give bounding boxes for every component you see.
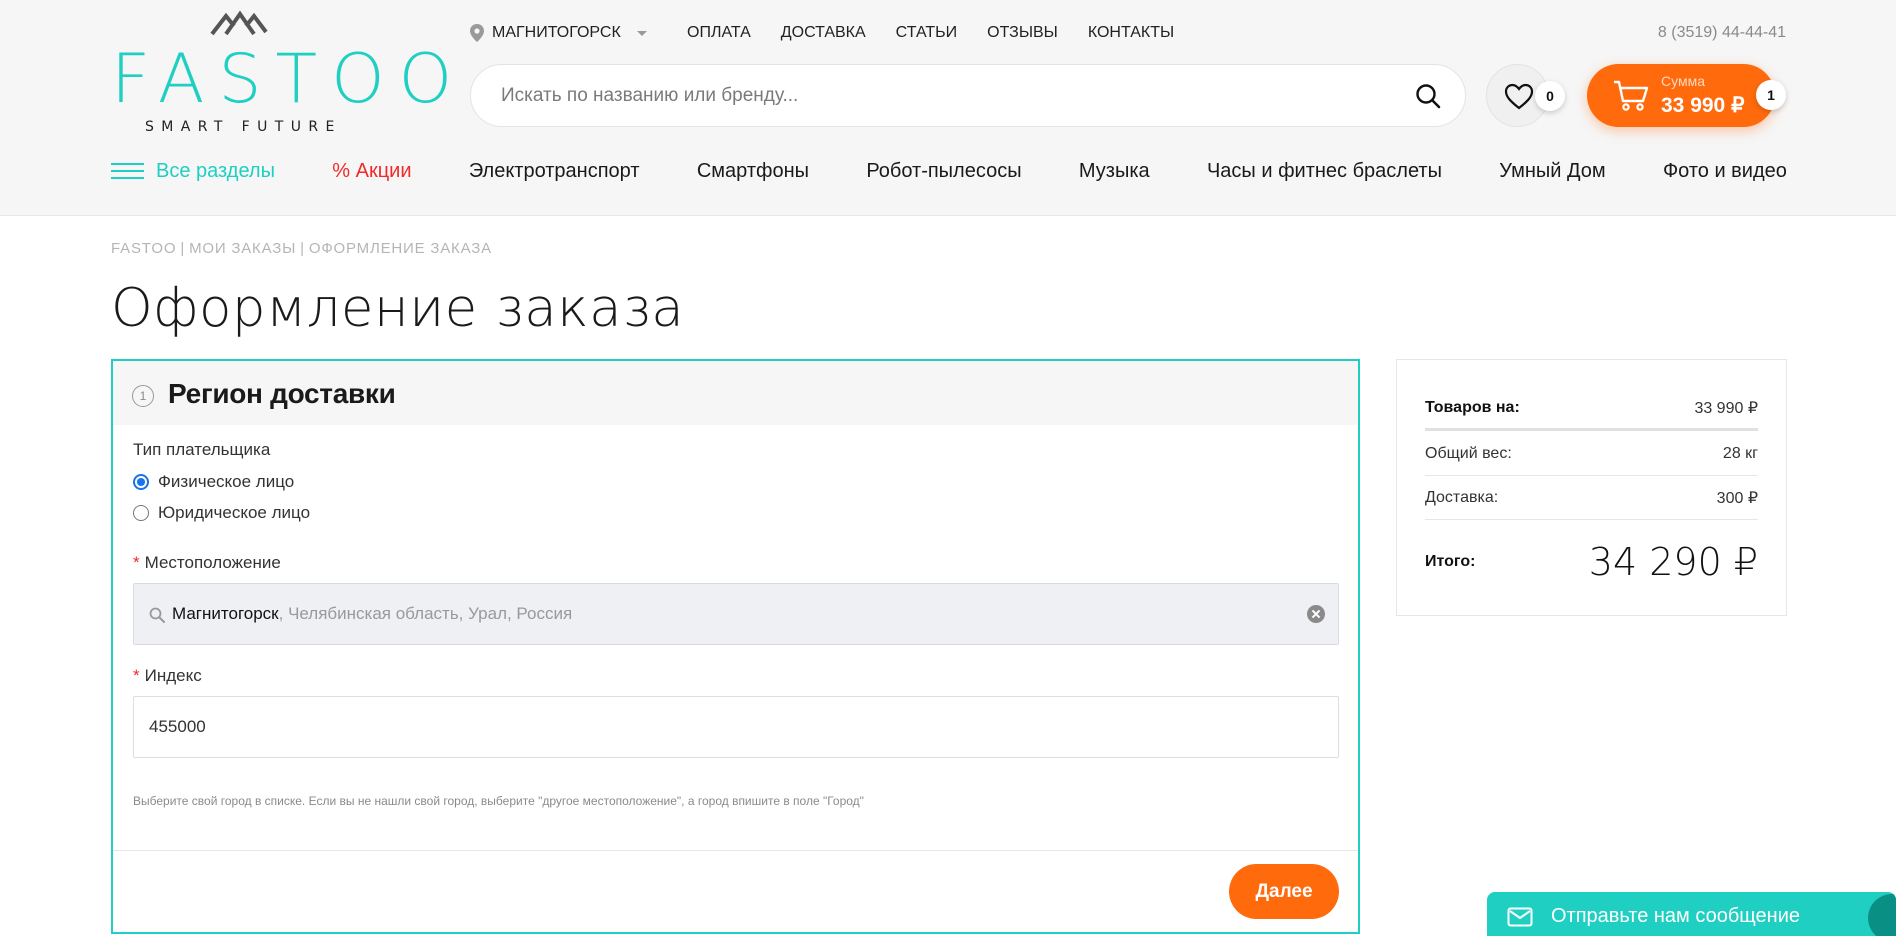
cart-sum-label: Сумма bbox=[1661, 73, 1705, 89]
top-nav-delivery[interactable]: ДОСТАВКА bbox=[781, 22, 866, 44]
all-sections-link[interactable]: Все разделы bbox=[111, 160, 275, 183]
top-nav: ОПЛАТА ДОСТАВКА СТАТЬИ ОТЗЫВЫ КОНТАКТЫ bbox=[687, 22, 1174, 44]
site-header: FASTOO SMART FUTURE МАГНИТОГОРСК ОПЛАТА … bbox=[0, 0, 1896, 216]
top-nav-articles[interactable]: СТАТЬИ bbox=[896, 22, 957, 44]
location-region: , Челябинская область, Урал, Россия bbox=[278, 604, 573, 623]
summary-goods-value: 33 990 ₽ bbox=[1694, 399, 1758, 417]
summary-goods-row: Товаров на: 33 990 ₽ bbox=[1425, 387, 1758, 431]
breadcrumb: FASTOO | МОИ ЗАКАЗЫ | ОФОРМЛЕНИЕ ЗАКАЗА bbox=[111, 240, 492, 257]
location-pin-icon bbox=[470, 24, 484, 42]
next-button[interactable]: Далее bbox=[1229, 864, 1339, 919]
chat-widget[interactable]: Отправьте нам сообщение bbox=[1487, 892, 1896, 936]
category-watches[interactable]: Часы и фитнес браслеты bbox=[1207, 160, 1442, 183]
logo-text: FASTOO bbox=[111, 40, 467, 119]
breadcrumb-home[interactable]: FASTOO bbox=[111, 240, 176, 257]
required-asterisk: * bbox=[133, 553, 140, 572]
chevron-down-icon bbox=[636, 30, 647, 36]
menu-icon bbox=[111, 163, 144, 179]
payer-option-label: Физическое лицо bbox=[158, 472, 295, 491]
cart-button[interactable]: Сумма 33 990 ₽ 1 bbox=[1587, 64, 1786, 127]
summary-total-label: Итого: bbox=[1425, 553, 1476, 570]
chat-corner-decoration bbox=[1868, 894, 1896, 936]
logo-tagline: SMART FUTURE bbox=[145, 119, 342, 135]
category-music[interactable]: Музыка bbox=[1079, 160, 1150, 183]
payer-option-individual[interactable]: Физическое лицо bbox=[133, 472, 294, 492]
category-robot-vacuums[interactable]: Робот-пылесосы bbox=[866, 160, 1021, 183]
category-sale[interactable]: % Акции bbox=[332, 160, 411, 183]
favorites-button[interactable]: 0 bbox=[1486, 64, 1565, 127]
top-nav-payment[interactable]: ОПЛАТА bbox=[687, 22, 751, 44]
search-icon[interactable] bbox=[1415, 83, 1441, 109]
chat-widget-label: Отправьте нам сообщение bbox=[1551, 905, 1800, 927]
mail-icon bbox=[1507, 907, 1533, 927]
summary-delivery-value: 300 ₽ bbox=[1716, 489, 1758, 507]
summary-delivery-label: Доставка: bbox=[1425, 488, 1499, 506]
location-value: Магнитогорск, Челябинская область, Урал,… bbox=[172, 604, 572, 624]
search-icon bbox=[149, 607, 165, 623]
logo-mark-icon bbox=[210, 10, 268, 36]
category-nav: Все разделы % Акции Электротранспорт Сма… bbox=[111, 158, 1787, 184]
location-hint: Выберите свой город в списке. Если вы не… bbox=[133, 794, 864, 808]
order-summary: Товаров на: 33 990 ₽ Общий вес: 28 кг До… bbox=[1396, 359, 1787, 616]
summary-total-value: 34 290 ₽ bbox=[1588, 540, 1758, 584]
search-bar bbox=[470, 64, 1466, 127]
page-title: Оформление заказа bbox=[111, 278, 685, 339]
summary-goods-label: Товаров на: bbox=[1425, 398, 1520, 416]
summary-delivery-row: Доставка: 300 ₽ bbox=[1425, 476, 1758, 520]
panel-header: 1 Регион доставки bbox=[113, 361, 1358, 425]
step-number: 1 bbox=[132, 385, 154, 407]
payer-option-legal[interactable]: Юридическое лицо bbox=[133, 503, 310, 523]
location-city: Магнитогорск bbox=[172, 604, 279, 623]
category-smart-home[interactable]: Умный Дом bbox=[1499, 160, 1605, 183]
index-label-text: Индекс bbox=[144, 666, 202, 685]
top-nav-reviews[interactable]: ОТЗЫВЫ bbox=[987, 22, 1058, 44]
top-nav-contacts[interactable]: КОНТАКТЫ bbox=[1088, 22, 1174, 44]
breadcrumb-my-orders[interactable]: МОИ ЗАКАЗЫ bbox=[189, 240, 296, 257]
location-field[interactable]: Магнитогорск, Челябинская область, Урал,… bbox=[133, 583, 1339, 645]
breadcrumb-current: ОФОРМЛЕНИЕ ЗАКАЗА bbox=[308, 240, 492, 257]
location-label: * Местоположение bbox=[133, 553, 281, 573]
cart-sum-value: 33 990 ₽ bbox=[1661, 94, 1745, 117]
radio-button[interactable] bbox=[133, 505, 149, 521]
heart-icon bbox=[1504, 83, 1534, 110]
index-label: * Индекс bbox=[133, 666, 202, 686]
cart-icon bbox=[1614, 80, 1649, 111]
summary-weight-value: 28 кг bbox=[1722, 444, 1758, 462]
index-input[interactable] bbox=[133, 696, 1339, 758]
all-sections-label: Все разделы bbox=[156, 159, 275, 182]
search-input[interactable] bbox=[501, 65, 1361, 126]
summary-weight-label: Общий вес: bbox=[1425, 444, 1512, 462]
category-smartphones[interactable]: Смартфоны bbox=[697, 160, 809, 183]
city-selector[interactable]: МАГНИТОГОРСК bbox=[470, 22, 647, 44]
category-electrotransport[interactable]: Электротранспорт bbox=[469, 160, 640, 183]
city-name: МАГНИТОГОРСК bbox=[492, 24, 621, 41]
radio-button-checked[interactable] bbox=[133, 474, 149, 490]
logo[interactable]: FASTOO SMART FUTURE bbox=[111, 10, 452, 135]
payer-type-label: Тип плательщика bbox=[133, 440, 271, 459]
panel-title: Регион доставки bbox=[168, 378, 396, 409]
summary-total-row: Итого: 34 290 ₽ bbox=[1425, 540, 1758, 584]
breadcrumb-separator: | bbox=[180, 240, 186, 257]
phone-number[interactable]: 8 (3519) 44-44-41 bbox=[1658, 22, 1786, 44]
favorites-count-badge: 0 bbox=[1535, 81, 1565, 111]
breadcrumb-separator: | bbox=[300, 240, 305, 257]
clear-icon[interactable] bbox=[1307, 605, 1325, 623]
summary-weight-row: Общий вес: 28 кг bbox=[1425, 432, 1758, 476]
delivery-region-panel: 1 Регион доставки Тип плательщика Физиче… bbox=[111, 359, 1360, 934]
divider bbox=[113, 850, 1358, 851]
payer-option-label: Юридическое лицо bbox=[158, 503, 311, 522]
category-photo-video[interactable]: Фото и видео bbox=[1663, 160, 1787, 183]
location-label-text: Местоположение bbox=[144, 553, 281, 572]
cart-count-badge: 1 bbox=[1756, 80, 1786, 110]
required-asterisk: * bbox=[133, 666, 140, 685]
